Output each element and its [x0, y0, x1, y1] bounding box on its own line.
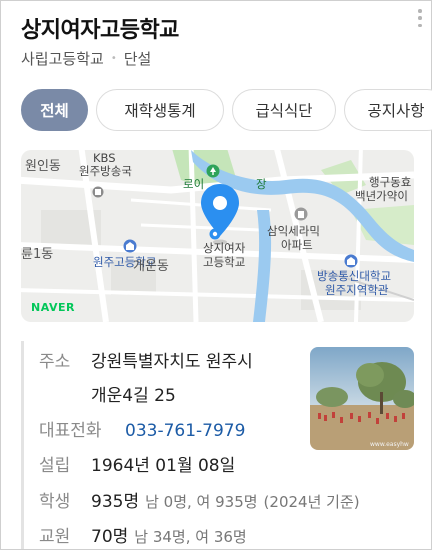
- teachers-detail: 남 34명, 여 36명: [134, 528, 247, 546]
- phone-label: 대표전화: [39, 421, 102, 441]
- map-label-school-2: 고등학교: [203, 255, 246, 269]
- school-marker-icon: [209, 228, 221, 240]
- teachers-value: 70명: [91, 527, 129, 547]
- map-label-haenggu: 행구동효: [369, 175, 412, 189]
- map-label-roi-suffix: 장: [256, 177, 267, 191]
- location-map[interactable]: 원인동 KBS 원주방송국 로이 장 행구동효 백년가약이 삼익세라믹 아파트 …: [21, 150, 414, 322]
- page-title: 상지여자고등학교: [21, 18, 179, 43]
- teachers-label: 교원: [39, 527, 71, 547]
- phone-row: 대표전화 033-761-7979: [39, 416, 245, 441]
- address-label: 주소: [39, 352, 71, 372]
- school-photo[interactable]: www.easyhw: [310, 347, 414, 450]
- naver-logo: NAVER: [31, 301, 75, 314]
- address-row: 주소 강원특별자치도 원주시: [39, 347, 253, 372]
- students-detail: 남 0명, 여 935명: [145, 493, 258, 511]
- map-label-knou: 방송통신대학교: [317, 269, 392, 283]
- phone-link[interactable]: 033-761-7979: [125, 421, 245, 441]
- founded-value: 1964년 01월 08일: [91, 456, 236, 476]
- map-label-wedding: 백년가약이: [355, 189, 408, 203]
- founded-label: 설립: [39, 456, 71, 476]
- map-label-wonin: 원인동: [25, 159, 61, 174]
- title-row: 상지여자고등학교: [21, 11, 419, 45]
- students-label: 학생: [39, 492, 71, 512]
- separator-dot: •: [110, 53, 117, 64]
- broadcast-poi-icon: [92, 186, 104, 198]
- park-poi-icon: [206, 164, 220, 178]
- tab-meal-menu[interactable]: 급식식단: [232, 89, 336, 131]
- photo-watermark: www.easyhw: [370, 441, 409, 448]
- address-line1: 강원특별자치도 원주시: [91, 352, 253, 372]
- tab-student-stats[interactable]: 재학생통계: [96, 89, 224, 131]
- students-row: 학생 935명 남 0명, 여 935명 (2024년 기준): [39, 487, 360, 512]
- map-label-ryul: 륜1동: [21, 247, 54, 262]
- category-text: 사립고등학교: [21, 50, 104, 68]
- founded-row: 설립 1964년 01월 08일: [39, 451, 235, 476]
- students-value: 935명: [91, 492, 140, 512]
- school-type-text: 단설: [123, 50, 152, 68]
- map-label-apartment: 아파트: [281, 238, 313, 252]
- teachers-row: 교원 70명 남 34명, 여 36명: [39, 522, 247, 547]
- school-category: 사립고등학교 • 단설: [21, 48, 151, 69]
- school-photo-image: www.easyhw: [310, 347, 414, 450]
- address-line2: 개운4길 25: [91, 386, 176, 406]
- address-row-2: 개운4길 25: [39, 381, 176, 406]
- students-note: (2024년 기준): [263, 493, 360, 511]
- more-options-icon[interactable]: [415, 7, 425, 29]
- apartment-poi-icon: [294, 207, 308, 221]
- map-label-samik: 삼익세라믹: [267, 224, 320, 238]
- tab-notices[interactable]: 공지사항: [344, 89, 432, 131]
- map-label-kbs-station: 원주방송국: [79, 164, 132, 178]
- tab-all[interactable]: 전체: [21, 89, 88, 131]
- university-poi-icon: [344, 254, 358, 268]
- school-poi-icon: [123, 239, 137, 253]
- map-label-gaeun: 개운동: [133, 259, 169, 274]
- map-label-knou-2: 원주지역학관: [325, 283, 389, 297]
- tab-bar: 전체 재학생통계 급식식단 공지사항: [21, 89, 432, 131]
